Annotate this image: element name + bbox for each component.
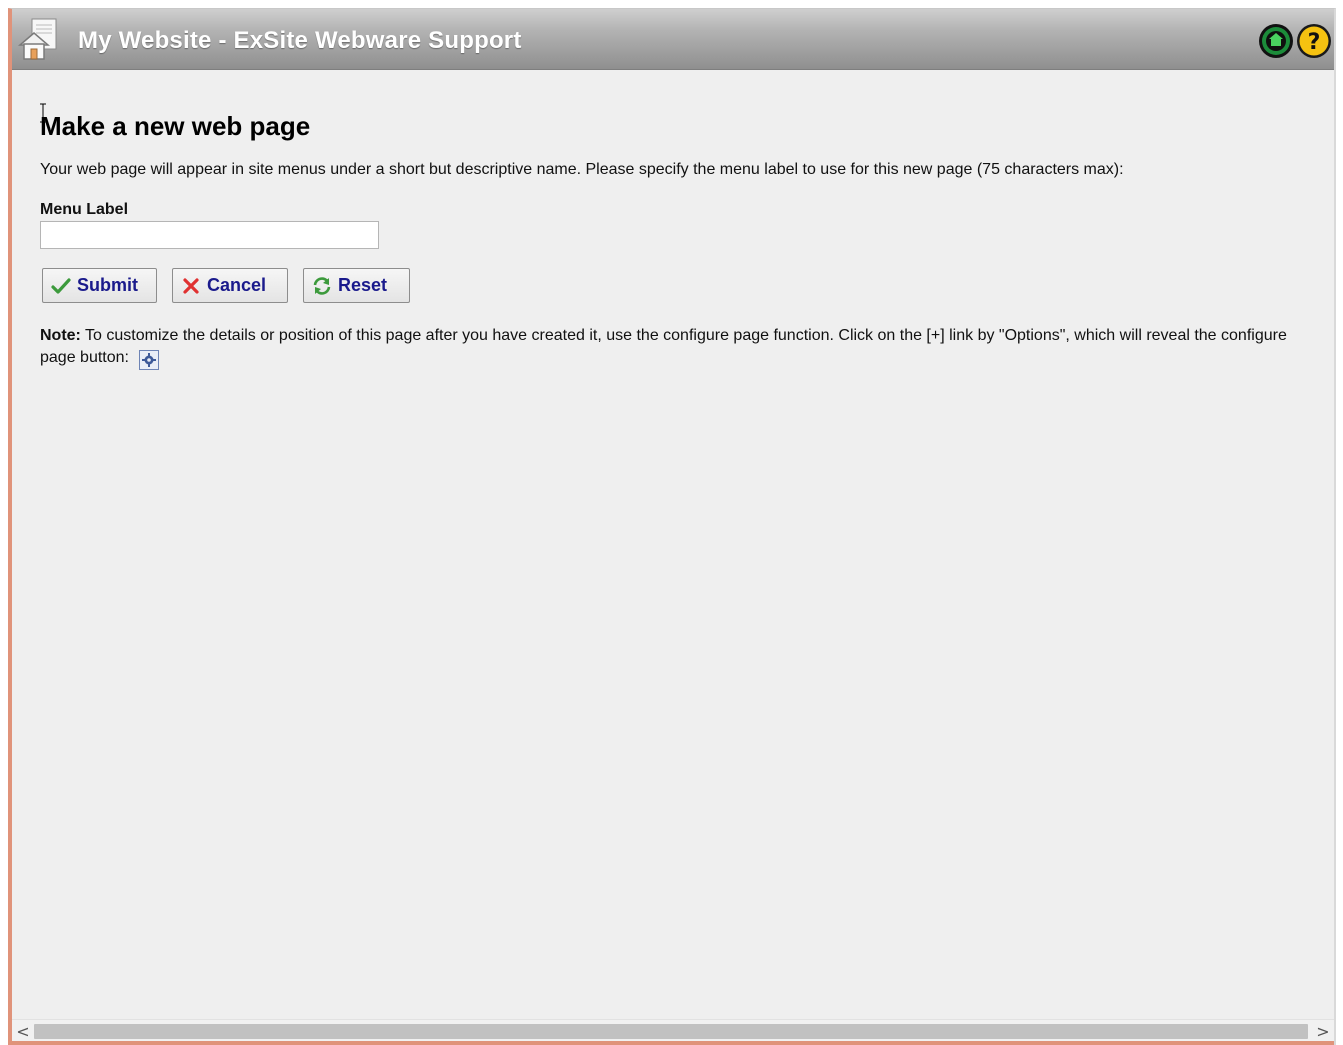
reset-label: Reset bbox=[338, 275, 388, 295]
window-title: My Website - ExSite Webware Support bbox=[78, 27, 522, 54]
cancel-label: Cancel bbox=[207, 275, 267, 295]
reset-button[interactable]: Reset bbox=[303, 268, 410, 303]
site-icon[interactable] bbox=[1258, 23, 1294, 59]
gear-icon[interactable] bbox=[139, 349, 160, 370]
app-window: My Website - ExSite Webware Support ? Ma… bbox=[8, 8, 1336, 1045]
submit-label: Submit bbox=[77, 275, 138, 295]
menu-label-label: Menu Label bbox=[40, 201, 129, 218]
page-heading: Make a new web page bbox=[40, 111, 311, 141]
refresh-icon bbox=[313, 276, 331, 295]
window-bottom-border bbox=[12, 1041, 1334, 1045]
check-icon bbox=[51, 277, 71, 294]
intro-text: Your web page will appear in site menus … bbox=[40, 161, 1124, 178]
horizontal-scrollbar[interactable]: < > bbox=[12, 1019, 1334, 1041]
help-icon[interactable]: ? bbox=[1296, 23, 1332, 59]
submit-button[interactable]: Submit bbox=[42, 268, 157, 303]
scroll-left-button[interactable]: < bbox=[12, 1020, 34, 1042]
title-bar: My Website - ExSite Webware Support ? bbox=[12, 9, 1334, 70]
scroll-thumb[interactable] bbox=[34, 1024, 1308, 1039]
scroll-right-button[interactable]: > bbox=[1312, 1020, 1334, 1042]
note-text: Note: To customize the details or positi… bbox=[40, 325, 1310, 370]
menu-label-input[interactable] bbox=[40, 221, 379, 249]
note-label: Note: bbox=[40, 327, 81, 344]
x-icon bbox=[183, 277, 199, 294]
svg-text:?: ? bbox=[1308, 30, 1321, 55]
note-body: To customize the details or position of … bbox=[40, 327, 1287, 366]
cancel-button[interactable]: Cancel bbox=[172, 268, 288, 303]
home-icon[interactable] bbox=[18, 17, 60, 61]
